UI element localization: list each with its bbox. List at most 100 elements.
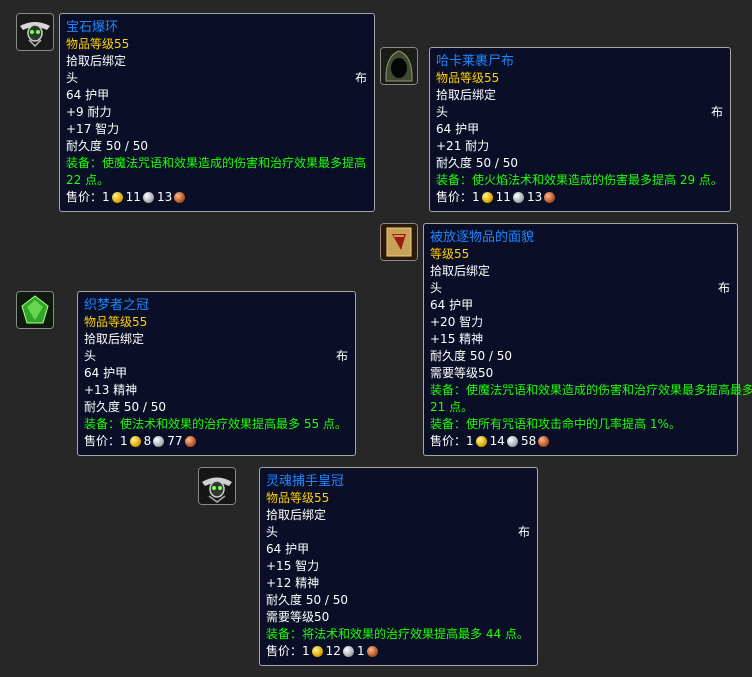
item-level: 物品等级55 — [436, 71, 500, 85]
copper-coin-icon — [184, 436, 196, 447]
slot: 头 — [430, 281, 443, 295]
armor-type: 布 — [517, 525, 530, 539]
item-name: 被放逐物品的面貌 — [430, 230, 535, 245]
copper-amount: 58 — [520, 434, 537, 448]
equip-effect: 装备：使法术和效果的治疗效果提高最多 55 点。 — [84, 416, 348, 433]
durability: 耐久度 50 / 50 — [266, 593, 349, 607]
item-name: 织梦者之冠 — [84, 298, 150, 313]
sell-price: 售价： 1 14 58 — [430, 433, 730, 450]
silver-coin-icon — [512, 192, 524, 203]
gold-amount: 1 — [120, 434, 128, 448]
slot: 头 — [266, 525, 279, 539]
gold-coin-icon — [129, 436, 141, 447]
stat: +17 智力 — [66, 122, 120, 136]
silver-coin-icon — [506, 436, 518, 447]
armor-type: 布 — [710, 105, 723, 119]
silver-amount: 12 — [325, 644, 341, 658]
copper-amount: 13 — [156, 190, 173, 204]
armor-value: 64 护甲 — [266, 542, 310, 556]
price-label: 售价： — [266, 644, 303, 658]
crown-icon[interactable] — [198, 467, 236, 505]
bind-type: 拾取后绑定 — [84, 332, 145, 346]
price-label: 售价： — [66, 190, 103, 204]
equip-text: 使所有咒语和攻击命中的几率提高 1%。 — [466, 417, 681, 431]
gold-amount: 1 — [302, 644, 310, 658]
item-name: 宝石爆环 — [66, 20, 119, 35]
equip-prefix: 装备： — [436, 173, 473, 187]
silver-amount: 14 — [489, 434, 505, 448]
stat: +21 耐力 — [436, 139, 490, 153]
copper-coin-icon — [538, 436, 550, 447]
equip-text: 使火焰法术和效果造成的伤害最多提高 29 点。 — [472, 173, 723, 187]
stat: +12 精神 — [266, 576, 320, 590]
item-tooltip: 灵魂捕手皇冠 物品等级55 拾取后绑定 头 布 64 护甲 +15 智力 +12 … — [259, 467, 538, 666]
copper-amount: 1 — [356, 644, 365, 658]
stat: +15 智力 — [266, 559, 320, 573]
gold-coin-icon — [111, 192, 123, 203]
silver-amount: 8 — [143, 434, 152, 448]
price-label: 售价： — [84, 434, 121, 448]
copper-coin-icon — [174, 192, 186, 203]
item-level: 物品等级55 — [266, 491, 330, 505]
armor-value: 64 护甲 — [436, 122, 480, 136]
slot: 头 — [66, 71, 79, 85]
copper-amount: 13 — [526, 190, 543, 204]
sell-price: 售价： 1 8 77 — [84, 433, 348, 450]
slot: 头 — [436, 105, 449, 119]
sell-price: 售价： 1 11 13 — [66, 189, 367, 206]
silver-coin-icon — [153, 436, 165, 447]
gold-coin-icon — [311, 646, 323, 657]
bind-type: 拾取后绑定 — [266, 508, 327, 522]
bind-type: 拾取后绑定 — [430, 264, 491, 278]
sell-price: 售价： 1 12 1 — [266, 643, 530, 660]
equip-text: 使魔法咒语和效果造成的伤害和治疗效果最多提高最多 — [466, 383, 752, 397]
durability: 耐久度 50 / 50 — [430, 349, 513, 363]
silver-coin-icon — [342, 646, 354, 657]
equip-text: 使魔法咒语和效果造成的伤害和治疗效果最多提高 — [102, 156, 367, 170]
gold-coin-icon — [481, 192, 493, 203]
bind-type: 拾取后绑定 — [436, 88, 497, 102]
item-level: 物品等级55 — [84, 315, 148, 329]
equip-text: 使法术和效果的治疗效果提高最多 55 点。 — [120, 417, 347, 431]
armor-type: 布 — [717, 281, 730, 295]
copper-coin-icon — [544, 192, 556, 203]
hood-icon[interactable] — [380, 47, 418, 85]
armor-value: 64 护甲 — [430, 298, 474, 312]
equip-effect: 装备：将法术和效果的治疗效果提高最多 44 点。 — [266, 626, 530, 643]
durability: 耐久度 50 / 50 — [436, 156, 519, 170]
gold-amount: 1 — [466, 434, 474, 448]
equip-prefix: 装备： — [66, 156, 103, 170]
durability: 耐久度 50 / 50 — [84, 400, 167, 414]
sell-price: 售价： 1 11 13 — [436, 189, 723, 206]
stat: +13 精神 — [84, 383, 138, 397]
green-gem-icon[interactable] — [16, 291, 54, 329]
bind-type: 拾取后绑定 — [66, 54, 127, 68]
equip-effect: 装备：使所有咒语和攻击命中的几率提高 1%。 — [430, 416, 730, 433]
armor-value: 64 护甲 — [84, 366, 128, 380]
gold-amount: 1 — [472, 190, 480, 204]
item-tooltip: 宝石爆环 物品等级55 拾取后绑定 头布 64 护甲 +9 耐力 +17 智力 … — [59, 13, 375, 212]
equip-effect-cont: 22 点。 — [66, 173, 110, 187]
item-tooltip: 织梦者之冠 物品等级55 拾取后绑定 头 布 64 护甲 +13 精神 耐久度 5… — [77, 291, 356, 456]
skull-circlet-icon[interactable] — [16, 13, 54, 51]
durability: 耐久度 50 / 50 — [66, 139, 149, 153]
armor-value: 64 护甲 — [66, 88, 110, 102]
gold-amount: 1 — [102, 190, 110, 204]
stat: +15 精神 — [430, 332, 484, 346]
equip-effect: 装备：使火焰法术和效果造成的伤害最多提高 29 点。 — [436, 172, 723, 189]
item-name: 哈卡莱裹尸布 — [436, 54, 515, 69]
armor-type: 布 — [335, 349, 348, 363]
required-level: 需要等级50 — [430, 366, 494, 380]
price-label: 售价： — [430, 434, 467, 448]
silver-coin-icon — [142, 192, 154, 203]
item-tooltip: 被放逐物品的面貌 等级55 拾取后绑定 头 布 64 护甲 +20 智力 +15 … — [423, 223, 752, 456]
price-label: 售价： — [436, 190, 473, 204]
silver-amount: 11 — [495, 190, 511, 204]
stat: +20 智力 — [430, 315, 484, 329]
equip-effect: 装备：使魔法咒语和效果造成的伤害和治疗效果最多提高最多 — [430, 382, 752, 399]
equip-effect-cont: 21 点。 — [430, 400, 474, 414]
item-level: 物品等级55 — [66, 37, 130, 51]
scroll-mask-icon[interactable] — [380, 223, 418, 261]
equip-prefix: 装备： — [430, 417, 467, 431]
silver-amount: 11 — [125, 190, 141, 204]
